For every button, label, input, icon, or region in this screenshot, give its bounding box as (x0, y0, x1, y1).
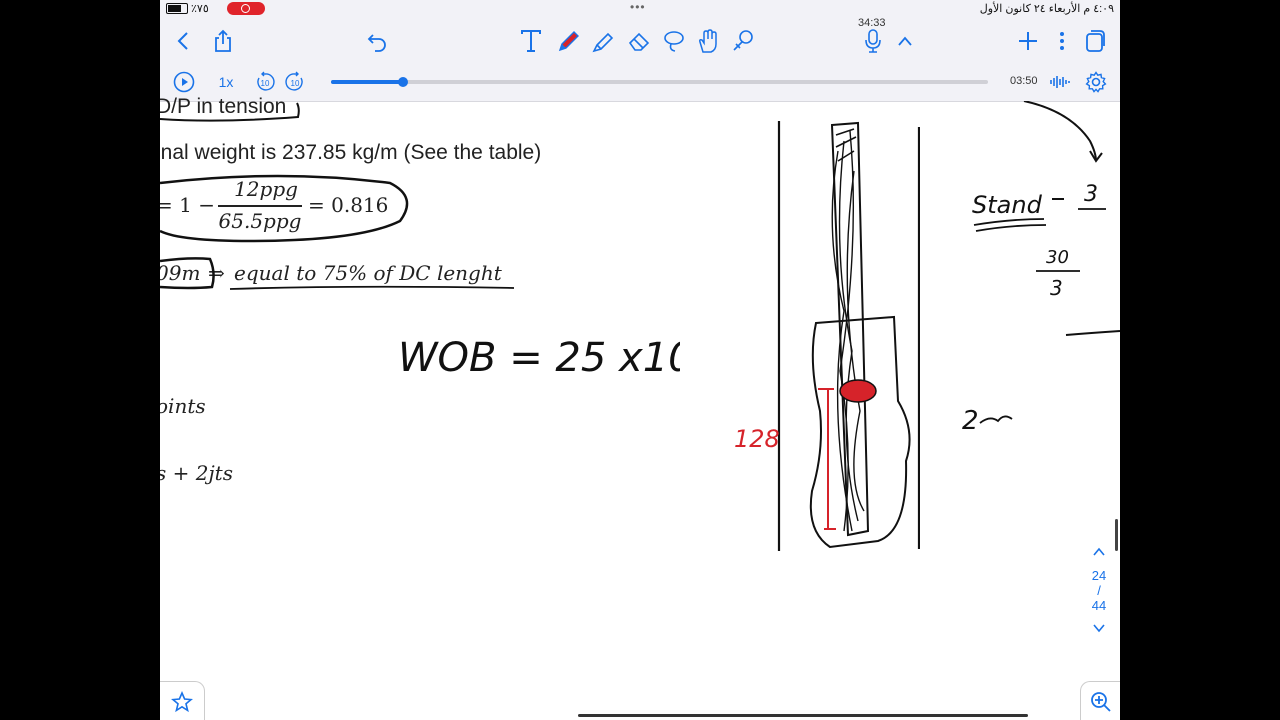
stand-note-text: Stand (972, 191, 1043, 219)
home-indicator[interactable] (578, 714, 1028, 717)
chevron-up-icon[interactable] (892, 28, 918, 54)
doc-line-joints: oints (160, 394, 206, 418)
zoom-in-icon[interactable] (1080, 681, 1120, 720)
playback-progress-fill (331, 80, 404, 84)
skip-back-icon[interactable]: 10 (254, 71, 276, 93)
play-icon[interactable] (173, 71, 195, 93)
tension-underline-annotation (160, 102, 300, 122)
text-tool-icon[interactable] (518, 28, 544, 54)
total-page-count: 44 (1091, 598, 1107, 613)
previous-page-chevron-icon[interactable] (1086, 545, 1112, 560)
fraction-denominator-text: 3 (1050, 276, 1063, 300)
eraser-icon[interactable] (626, 28, 652, 54)
hand-icon[interactable] (695, 28, 721, 54)
next-page-chevron-icon[interactable] (1086, 621, 1112, 636)
undo-icon[interactable] (364, 28, 390, 54)
share-icon[interactable] (210, 28, 236, 54)
settings-gear-icon[interactable] (1085, 71, 1107, 93)
microphone-icon[interactable] (860, 28, 886, 54)
back-chevron-icon[interactable] (170, 28, 196, 54)
audio-player-bar: 1x 10 10 03:50 (160, 63, 1120, 102)
skip-forward-icon[interactable]: 10 (284, 71, 306, 93)
more-icon[interactable] (1049, 28, 1075, 54)
wob-handwriting-text: WOB = 25 x10³ kg (398, 335, 680, 381)
depth-label-handwriting: 128 (734, 425, 780, 453)
equation-circle-annotation (160, 174, 409, 243)
multitasking-dots-icon[interactable]: ••• (630, 0, 646, 14)
highlighter-icon[interactable] (591, 28, 617, 54)
elapsed-time: 03:50 (1010, 75, 1038, 87)
skip-back-seconds: 10 (261, 79, 270, 88)
battery-icon (166, 3, 188, 14)
battery-level: ٪٧٥ (191, 3, 209, 15)
battery-indicator: ٪٧٥ (166, 2, 209, 15)
current-page-number: 24 (1091, 568, 1107, 583)
shape-icon[interactable] (730, 28, 756, 54)
status-bar: ٪٧٥ ••• ٤:٠٩ م الأربعاء ٢٤ كانون الأول (160, 0, 1120, 18)
add-icon[interactable] (1015, 28, 1041, 54)
pages-icon[interactable] (1082, 28, 1108, 54)
depth-label-text: 128 (734, 425, 780, 453)
notes-app-screen: ٪٧٥ ••• ٤:٠٩ م الأربعاء ٢٤ كانون الأول 3… (160, 0, 1120, 720)
stand-count-text: 3 (1084, 182, 1098, 207)
skip-forward-seconds: 10 (291, 79, 300, 88)
length-box-annotation (160, 257, 515, 290)
red-marker-blob (839, 379, 877, 403)
note-page[interactable]: D/P in tension inal weight is 237.85 kg/… (160, 95, 1120, 720)
playback-scrubber-knob[interactable] (398, 77, 409, 87)
lasso-icon[interactable] (661, 28, 687, 54)
pen-icon[interactable] (556, 28, 582, 54)
wellbore-sketch (777, 121, 920, 551)
playback-progress-slider[interactable] (331, 77, 988, 87)
status-time-date: ٤:٠٩ م الأربعاء ٢٤ كانون الأول (979, 3, 1114, 15)
page-separator: / (1097, 583, 1101, 598)
screen-recording-icon[interactable] (227, 2, 265, 15)
vertical-scroll-indicator[interactable] (1115, 519, 1118, 551)
doc-line-stands-joints: s + 2jts (160, 461, 233, 485)
wob-handwriting: WOB = 25 x10³ kg (398, 335, 680, 381)
page-navigator: 24 / 44 (1086, 545, 1112, 636)
right-margin-notes: Stand 3 30 3 2 (962, 101, 1120, 436)
waveform-icon[interactable] (1048, 71, 1072, 93)
top-toolbar: 34:33 (160, 17, 1120, 63)
margin-number-text: 2 (962, 406, 979, 436)
favorite-star-icon[interactable] (160, 681, 205, 720)
fraction-numerator-text: 30 (1046, 247, 1069, 268)
playback-speed-button[interactable]: 1x (214, 71, 238, 93)
